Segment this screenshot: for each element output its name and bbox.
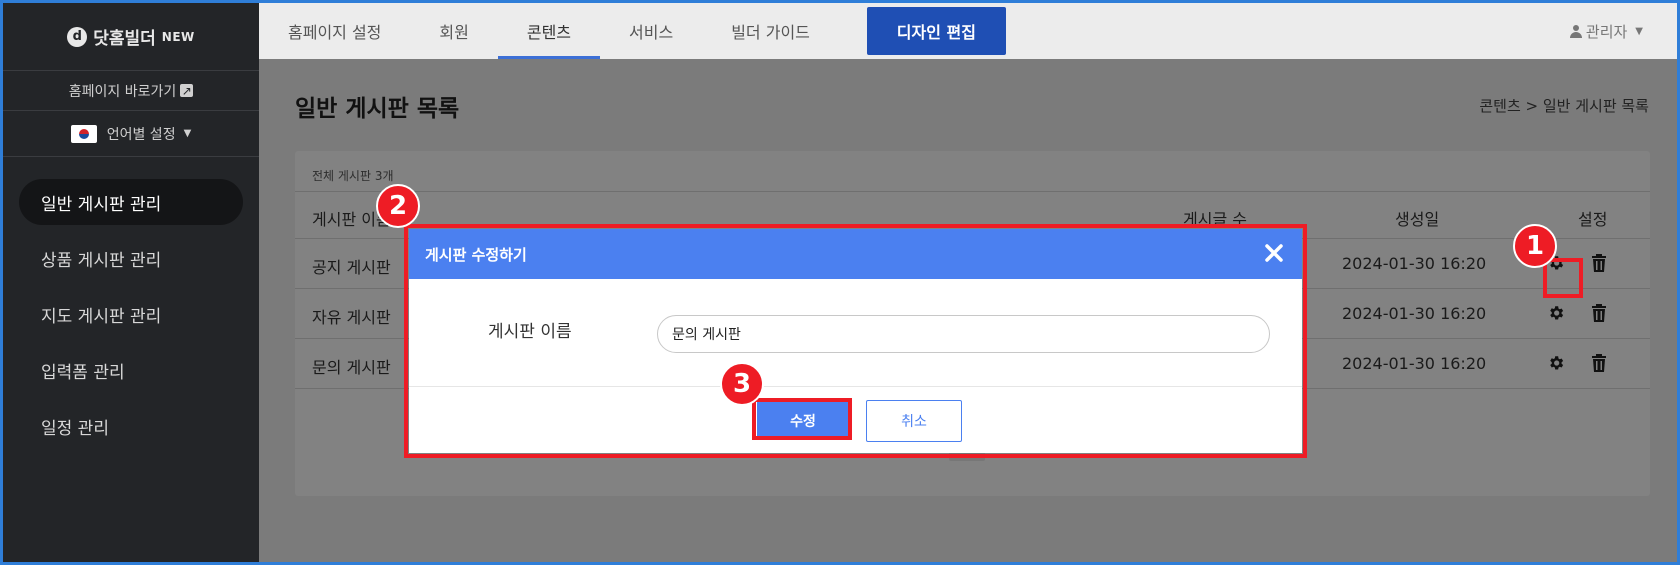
top-nav: 홈페이지 설정 회원 콘텐츠 서비스 빌더 가이드 디자인 편집 관리자 ▼ [259,3,1677,59]
board-name: 자유 게시판 [312,308,391,327]
logo-badge: NEW [161,29,195,44]
user-icon [1569,25,1582,38]
logo-text: 닷홈빌더 [93,29,156,49]
sidebar: d 닷홈빌더 NEW 홈페이지 바로가기 ↗ 언어별 설정 ▼ 일반 게시판 관… [3,3,259,562]
modal-body: 게시판 이름 [409,279,1302,387]
gear-icon[interactable] [1545,352,1567,374]
step-3-badge: 3 [720,362,764,406]
language-setting[interactable]: 언어별 설정 ▼ [3,111,259,157]
modal-header: 게시판 수정하기 [409,229,1302,279]
tab-services[interactable]: 서비스 [600,3,702,59]
korea-flag-icon [70,124,97,143]
admin-label: 관리자 [1585,22,1628,41]
column-header-created: 생성일 [1395,210,1440,229]
logo-icon: d [67,26,88,47]
cancel-button[interactable]: 취소 [866,400,962,442]
tab-homepage-settings[interactable]: 홈페이지 설정 [259,3,410,59]
breadcrumb: 콘텐츠 > 일반 게시판 목록 [1479,97,1649,115]
column-header-settings: 설정 [1578,210,1608,229]
trash-icon[interactable] [1588,352,1610,374]
sidebar-item-map-board[interactable]: 지도 게시판 관리 [19,291,243,337]
edit-board-modal: 게시판 수정하기 게시판 이름 수정 취소 [409,229,1302,453]
language-setting-label: 언어별 설정 [106,126,176,143]
modal-title: 게시판 수정하기 [425,245,527,264]
admin-menu[interactable]: 관리자 ▼ [1569,3,1643,59]
sidebar-item-form[interactable]: 입력폼 관리 [19,347,243,393]
sidebar-item-product-board[interactable]: 상품 게시판 관리 [19,235,243,281]
step-2-badge: 2 [376,184,420,228]
board-created-date: 2024-01-30 16:20 [1342,304,1487,323]
close-icon[interactable] [1262,241,1286,265]
board-count: 전체 게시판 3개 [312,169,394,183]
board-name-label: 게시판 이름 [488,322,572,342]
external-link-icon: ↗ [180,83,194,98]
trash-icon[interactable] [1588,302,1610,324]
tab-builder-guide[interactable]: 빌더 가이드 [702,3,839,59]
gear-icon[interactable] [1545,302,1567,324]
homepage-link[interactable]: 홈페이지 바로가기 ↗ [3,71,259,111]
tab-contents[interactable]: 콘텐츠 [497,3,601,59]
design-edit-button[interactable]: 디자인 편집 [866,7,1006,55]
board-created-date: 2024-01-30 16:20 [1342,254,1487,273]
logo[interactable]: d 닷홈빌더 NEW [3,3,259,71]
step-1-badge: 1 [1513,224,1557,268]
trash-icon[interactable] [1588,252,1610,274]
page-title: 일반 게시판 목록 [295,96,460,122]
sidebar-item-schedule[interactable]: 일정 관리 [19,403,243,449]
gear-highlight-box [1543,258,1583,298]
sidebar-item-general-board[interactable]: 일반 게시판 관리 [19,179,243,225]
homepage-link-label: 홈페이지 바로가기 [68,83,177,100]
sidebar-nav: 일반 게시판 관리 상품 게시판 관리 지도 게시판 관리 입력폼 관리 일정 … [3,157,259,449]
board-name: 공지 게시판 [312,258,391,277]
tab-members[interactable]: 회원 [410,3,497,59]
board-created-date: 2024-01-30 16:20 [1342,354,1487,373]
submit-highlight-box [752,398,852,440]
board-name: 문의 게시판 [312,358,391,377]
caret-down-icon: ▼ [183,128,192,139]
board-name-input[interactable] [657,315,1270,353]
caret-down-icon: ▼ [1635,25,1643,37]
